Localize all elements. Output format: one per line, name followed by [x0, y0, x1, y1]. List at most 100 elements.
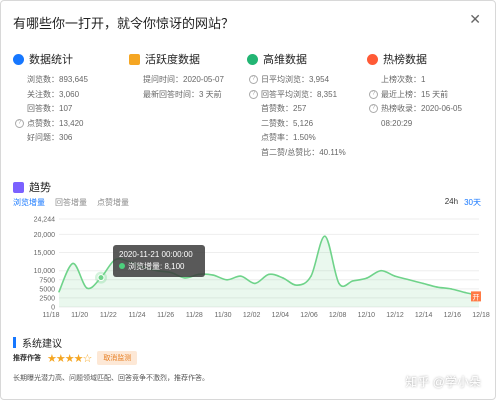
calendar-icon: [129, 53, 140, 65]
x-tick-label: 12/04: [272, 312, 290, 319]
data-point[interactable]: [310, 275, 312, 277]
tab-likes[interactable]: 点赞增量: [97, 197, 129, 208]
hover-point[interactable]: [97, 274, 105, 282]
stat-row: ? 日平均浏览：3,954: [249, 73, 346, 88]
stat-row: 回答数：107: [27, 104, 73, 113]
data-point[interactable]: [366, 277, 368, 279]
data-point[interactable]: [268, 273, 270, 276]
y-tick-label: 15,000: [34, 250, 56, 257]
suggestion-title: 系统建议: [13, 335, 62, 350]
stat-row: ? 点赞数：13,420: [15, 117, 88, 132]
data-point[interactable]: [226, 278, 228, 281]
x-tick-label: 11/20: [71, 312, 88, 319]
help-icon[interactable]: ?: [15, 118, 24, 128]
x-tick-label: 11/28: [186, 312, 203, 319]
range-24h[interactable]: 24h: [445, 197, 458, 208]
y-tick-label: 0: [51, 305, 55, 312]
range-30d[interactable]: 30天: [464, 197, 481, 208]
x-tick-label: 12/18: [472, 312, 490, 319]
data-point[interactable]: [212, 274, 214, 276]
flame-icon: [367, 53, 378, 65]
range-toggle: 24h 30天: [445, 197, 481, 208]
dialog: 有哪些你一打开，就令你惊讶的网站？ ✕ 数据统计 浏览数：893,645 关注数…: [0, 0, 496, 400]
cube-icon: [247, 53, 258, 65]
data-point[interactable]: [408, 278, 410, 281]
data-point[interactable]: [72, 262, 74, 265]
stat-row: 点赞率：1.50%: [261, 133, 316, 142]
stat-row: ? 回答平均浏览：8,351: [249, 88, 346, 103]
stat-row: 首二赞/总赞比：40.11%: [261, 147, 346, 157]
x-tick-label: 12/02: [243, 312, 261, 319]
data-point[interactable]: [58, 290, 60, 293]
stat-row: 二赞数：5,126: [261, 118, 314, 128]
data-point[interactable]: [282, 277, 284, 279]
y-tick-label: 7500: [39, 277, 55, 284]
y-tick-label: 20,000: [34, 232, 56, 239]
x-tick-label: 11/18: [43, 312, 60, 319]
stat-row: ? 最近上榜：15 天前: [369, 88, 462, 103]
help-icon[interactable]: ?: [249, 75, 258, 85]
stat-row: 浏览数：893,645: [27, 75, 88, 84]
close-icon[interactable]: ✕: [469, 11, 481, 28]
end-marker-label: 开: [473, 293, 480, 301]
data-point[interactable]: [464, 291, 466, 294]
help-icon[interactable]: ?: [369, 89, 378, 99]
activity-title: 活跃度数据: [129, 51, 224, 67]
y-tick-label: 24,244: [34, 217, 56, 224]
advanced-column: 高维数据 ? 日平均浏览：3,954 ? 回答平均浏览：8,351 首赞数：257 …: [247, 51, 346, 160]
stat-row: 08:20:29: [381, 118, 413, 128]
y-tick-label: 2500: [39, 295, 55, 302]
accent-bar: [13, 337, 16, 348]
x-tick-label: 11/30: [215, 312, 232, 319]
advanced-title: 高维数据: [247, 51, 346, 67]
y-tick-label: 10,000: [34, 268, 56, 275]
chart-tooltip: 2020-11-21 00:00:00 浏览增量: 8,100: [113, 245, 205, 277]
stat-row: 提问时间：2020-05-07: [143, 75, 224, 84]
trend-tabs: 浏览增量 回答增量 点赞增量: [13, 197, 129, 208]
x-tick-label: 12/12: [386, 312, 404, 319]
stat-row: ? 热榜收录：2020-06-05: [369, 102, 462, 117]
tab-views[interactable]: 浏览增量: [13, 197, 45, 208]
help-icon[interactable]: ?: [369, 104, 378, 114]
data-point[interactable]: [184, 277, 186, 279]
data-point[interactable]: [296, 284, 298, 287]
x-tick-label: 12/14: [415, 312, 433, 319]
trend-icon: [13, 181, 24, 193]
x-tick-label: 12/10: [358, 312, 376, 319]
data-point[interactable]: [352, 280, 354, 282]
cancel-monitor-button[interactable]: 取消监测: [97, 351, 138, 365]
data-point[interactable]: [254, 282, 256, 285]
dialog-title: 有哪些你一打开，就令你惊讶的网站？: [13, 16, 235, 31]
data-point[interactable]: [450, 288, 452, 290]
chart-icon: [13, 53, 24, 65]
data-stats-column: 数据统计 浏览数：893,645 关注数：3,060 回答数：107 ? 点赞数：…: [13, 51, 88, 146]
series-dot-icon: [119, 263, 125, 269]
stat-row: 好问题：306: [27, 133, 73, 142]
stat-row: 上榜次数：1: [381, 75, 426, 84]
trend-chart[interactable]: 0 2500 5000 7500 10,000 15,000 20,000 24,244 开 11…: [1, 209, 496, 327]
data-point[interactable]: [380, 269, 382, 272]
rec-label: 推荐作答: [13, 355, 41, 362]
x-tick-label: 12/06: [300, 312, 318, 319]
data-point[interactable]: [240, 275, 242, 277]
watermark: 知乎 @学小朵: [405, 375, 481, 389]
data-stats-title: 数据统计: [13, 51, 88, 67]
data-point[interactable]: [86, 287, 88, 289]
tab-answers[interactable]: 回答增量: [55, 197, 87, 208]
hot-column: 热榜数据 上榜次数：1 ? 最近上榜：15 天前 ? 热榜收录：2020-06-05…: [367, 51, 462, 131]
data-point[interactable]: [338, 282, 340, 285]
help-icon[interactable]: ?: [249, 89, 258, 99]
data-point[interactable]: [422, 282, 424, 285]
x-tick-label: 12/08: [329, 312, 347, 319]
data-point[interactable]: [394, 275, 396, 277]
y-tick-label: 5000: [39, 286, 55, 293]
data-point[interactable]: [436, 286, 438, 288]
activity-column: 活跃度数据 提问时间：2020-05-07 最新回答时间：3 天前: [129, 51, 224, 102]
recommendation-row: 推荐作答 ★★★★☆ 取消监测: [13, 351, 138, 365]
stat-row: 最新回答时间：3 天前: [143, 89, 222, 99]
hot-title: 热榜数据: [367, 51, 462, 67]
data-point[interactable]: [324, 235, 326, 238]
x-tick-label: 11/22: [100, 312, 117, 319]
x-tick-label: 11/26: [157, 312, 174, 319]
x-tick-label: 12/16: [444, 312, 462, 319]
